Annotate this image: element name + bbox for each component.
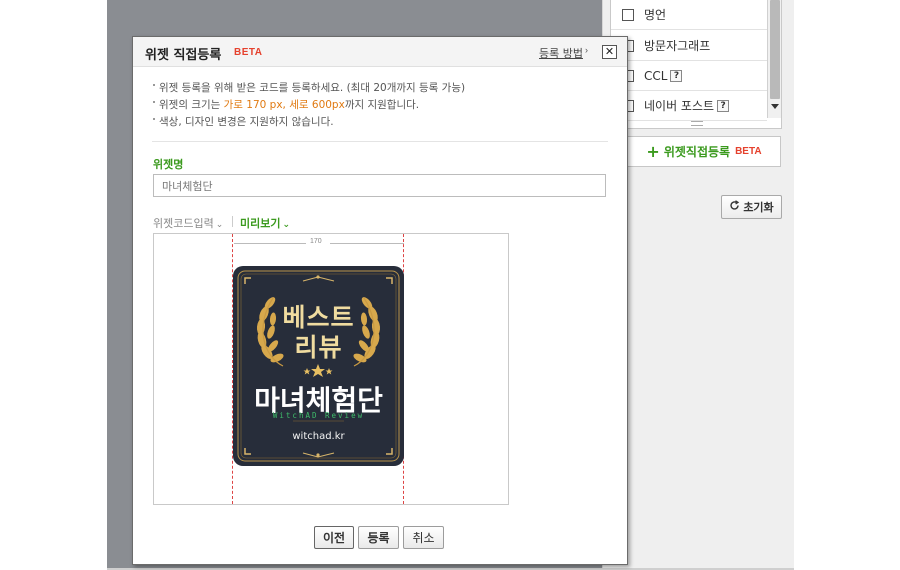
badge-url: witchad.kr (292, 431, 345, 442)
tab-label: 위젯코드입력 (153, 217, 214, 230)
widget-label: 명언 (644, 8, 667, 22)
widget-label: 방문자그래프 (644, 39, 711, 53)
size-limit-highlight: 가로 170 px, 세로 600px (223, 99, 345, 111)
notice-text: 위젯의 크기는 (159, 99, 224, 111)
previous-button[interactable]: 이전 (314, 526, 354, 549)
refresh-icon (729, 200, 740, 214)
cancel-button[interactable]: 취소 (403, 526, 444, 549)
widget-list-item[interactable]: 네이버 포스트 ? (611, 91, 767, 121)
beta-badge: BETA (234, 47, 263, 58)
widget-badge-image: 베스트 리뷰 마녀체험단 WitchAD Review witchad.kr (233, 266, 404, 466)
beta-badge: BETA (735, 146, 762, 157)
chevron-down-icon: ⌄ (215, 220, 224, 230)
close-icon[interactable]: ✕ (602, 45, 617, 59)
widget-name-label: 위젯명 (153, 158, 184, 171)
help-icon[interactable]: ? (670, 69, 683, 82)
add-custom-widget-button[interactable]: + 위젯직접등록 BETA (627, 136, 781, 167)
tab-widget-code[interactable]: 위젯코드입력 ⌄ (153, 215, 223, 231)
scrollbar-thumb[interactable] (770, 0, 780, 99)
width-ruler: 170 (234, 238, 404, 247)
ruler-line (234, 243, 306, 244)
widget-list-item[interactable]: 명언 (611, 0, 767, 30)
notice-list: 위젯 등록을 위해 받은 코드를 등록하세요. (최대 20개까지 등록 가능)… (153, 80, 465, 131)
widget-list: 명언 방문자그래프 CCL ? 네이버 포스트 ? (610, 0, 782, 129)
widget-list-item[interactable]: CCL ? (611, 61, 767, 91)
divider (152, 141, 608, 142)
widget-checkbox[interactable] (622, 8, 634, 21)
widget-name-input[interactable]: 마녀체험단 (153, 174, 606, 197)
resize-grip-icon[interactable] (691, 121, 703, 126)
help-icon[interactable]: ? (717, 99, 730, 112)
how-to-register-link[interactable]: 등록 방법 (539, 45, 583, 61)
notice-text: 위젯 등록을 위해 받은 코드를 등록하세요. (최대 20개까지 등록 가능) (159, 82, 466, 94)
badge-subtitle: WitchAD Review (272, 411, 365, 420)
register-button[interactable]: 등록 (358, 526, 399, 549)
chevron-right-icon: › (585, 45, 588, 55)
widget-label: 네이버 포스트 (644, 99, 715, 113)
notice-text: 색상, 디자인 변경은 지원하지 않습니다. (159, 116, 334, 128)
scroll-down-arrow-icon[interactable] (771, 104, 779, 109)
tab-label: 미리보기 (240, 217, 281, 230)
add-custom-widget-label: 위젯직접등록 (663, 145, 731, 159)
widget-list-item[interactable]: 방문자그래프 (611, 31, 767, 61)
badge-review: 리뷰 (294, 333, 343, 362)
tab-preview[interactable]: 미리보기 ⌄ (240, 215, 290, 231)
widget-preview-area: 170 베스트 리뷰 마녀체험단 WitchAD Review witchad.… (153, 233, 509, 505)
chevron-down-icon: ⌄ (282, 220, 291, 230)
plus-icon: + (646, 142, 660, 161)
width-ruler-label: 170 (310, 238, 322, 245)
widget-label: CCL (644, 68, 668, 83)
custom-widget-dialog: 위젯 직접등록 BETA 등록 방법 › ✕ 위젯 등록을 위해 받은 코드를 … (132, 36, 628, 565)
notice-item: 위젯 등록을 위해 받은 코드를 등록하세요. (최대 20개까지 등록 가능) (153, 80, 465, 97)
notice-item: 위젯의 크기는 가로 170 px, 세로 600px까지 지원합니다. (153, 97, 465, 114)
reset-button[interactable]: 초기화 (721, 195, 782, 219)
widget-list-scrollbar[interactable] (767, 0, 781, 118)
notice-item: 색상, 디자인 변경은 지원하지 않습니다. (153, 114, 465, 131)
widget-name-value: 마녀체험단 (162, 179, 213, 193)
dialog-title: 위젯 직접등록 (145, 48, 222, 63)
dialog-header: 위젯 직접등록 BETA 등록 방법 › ✕ (133, 37, 627, 67)
reset-label: 초기화 (743, 201, 774, 214)
notice-text: 까지 지원합니다. (344, 99, 420, 111)
tab-separator (232, 216, 233, 227)
ruler-line (330, 243, 404, 244)
